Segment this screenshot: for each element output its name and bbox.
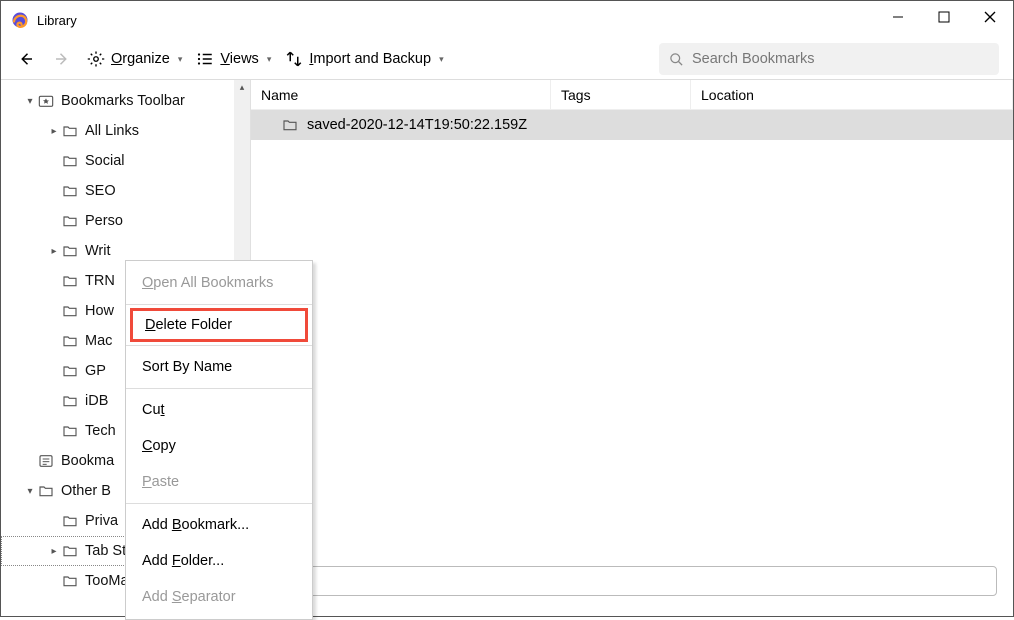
ctx-sort-by-name[interactable]: Sort By Name	[126, 349, 312, 385]
folder-icon	[61, 392, 79, 410]
folder-icon	[61, 362, 79, 380]
column-location[interactable]: Location	[691, 80, 1013, 109]
ctx-add-separator: Add Separator	[126, 579, 312, 615]
column-name[interactable]: Name	[251, 80, 551, 109]
back-button[interactable]	[15, 48, 37, 70]
tree-node[interactable]: Social	[1, 146, 250, 176]
views-menu[interactable]: Views▾	[196, 50, 271, 68]
folder-icon	[61, 122, 79, 140]
firefox-icon	[11, 11, 29, 29]
folder-icon	[61, 542, 79, 560]
ctx-open-all: Open All Bookmarks	[126, 265, 312, 301]
folder-icon	[61, 212, 79, 230]
ctx-paste: Paste	[126, 464, 312, 500]
import-export-icon	[285, 50, 303, 68]
bookmarks-menu-icon	[37, 452, 55, 470]
context-menu: Open All Bookmarks Delete Folder Sort By…	[125, 260, 313, 620]
maximize-button[interactable]	[921, 1, 967, 33]
folder-icon	[61, 512, 79, 530]
folder-icon	[281, 116, 299, 134]
column-tags[interactable]: Tags	[551, 80, 691, 109]
search-icon	[669, 52, 684, 67]
folder-icon	[61, 152, 79, 170]
star-folder-icon	[37, 92, 55, 110]
folder-icon	[61, 242, 79, 260]
gear-icon	[87, 50, 105, 68]
folder-icon	[61, 332, 79, 350]
scroll-up-icon[interactable]: ▴	[240, 82, 245, 96]
toolbar: Organize▾ Views▾ Import and Backup▾ Sear…	[1, 39, 1013, 79]
minimize-button[interactable]	[875, 1, 921, 33]
organize-menu[interactable]: Organize▾	[87, 50, 182, 68]
search-input[interactable]: Search Bookmarks	[659, 43, 999, 75]
name-field[interactable]	[267, 566, 997, 596]
tree-node[interactable]: Perso	[1, 206, 250, 236]
ctx-copy[interactable]: Copy	[126, 428, 312, 464]
list-icon	[196, 50, 214, 68]
titlebar: Library	[1, 1, 1013, 39]
tree-node[interactable]: ▸All Links	[1, 116, 250, 146]
detail-pane	[251, 552, 1013, 616]
ctx-add-bookmark[interactable]: Add Bookmark...	[126, 507, 312, 543]
close-button[interactable]	[967, 1, 1013, 33]
forward-button[interactable]	[51, 48, 73, 70]
list-row[interactable]: saved-2020-12-14T19:50:22.159Z	[251, 110, 1013, 140]
tree-node[interactable]: SEO	[1, 176, 250, 206]
tree-node-bookmarks-toolbar[interactable]: ▾Bookmarks Toolbar	[1, 86, 250, 116]
window-title: Library	[37, 13, 77, 28]
ctx-cut[interactable]: Cut	[126, 392, 312, 428]
folder-icon	[37, 482, 55, 500]
search-placeholder: Search Bookmarks	[692, 51, 815, 67]
list-row-name: saved-2020-12-14T19:50:22.159Z	[307, 117, 527, 133]
ctx-delete-folder[interactable]: Delete Folder	[130, 308, 308, 342]
folder-icon	[61, 572, 79, 590]
main-pane: Name Tags Location saved-2020-12-14T19:5…	[250, 80, 1013, 616]
import-backup-menu[interactable]: Import and Backup▾	[285, 50, 443, 68]
folder-icon	[61, 272, 79, 290]
column-headers: Name Tags Location	[251, 80, 1013, 110]
folder-icon	[61, 422, 79, 440]
ctx-add-folder[interactable]: Add Folder...	[126, 543, 312, 579]
folder-icon	[61, 182, 79, 200]
folder-icon	[61, 302, 79, 320]
